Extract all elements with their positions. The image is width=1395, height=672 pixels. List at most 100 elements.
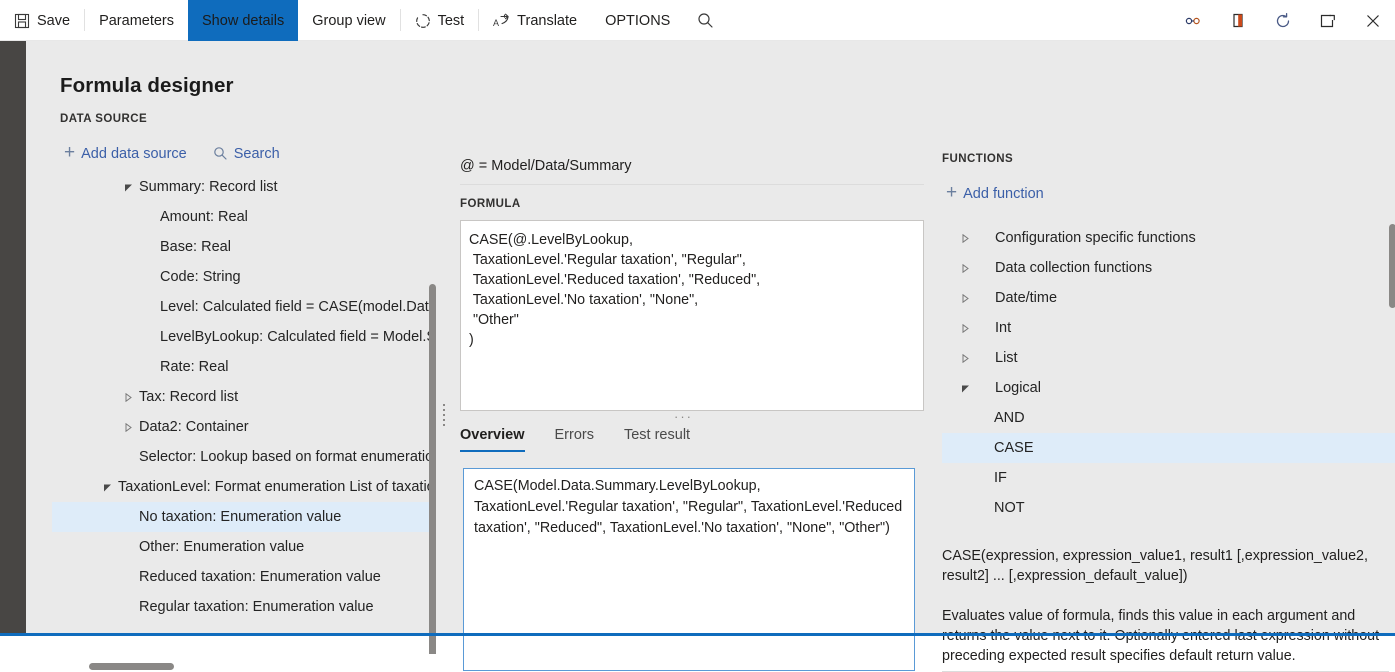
context-divider [460,184,924,185]
save-button[interactable]: Save [0,0,84,41]
chevron-right-icon[interactable] [958,351,972,365]
tab-test-result-label: Test result [624,427,690,443]
data-source-tree-item[interactable]: Selector: Lookup based on format enumera… [52,442,430,472]
parameters-label: Parameters [99,13,174,29]
tab-test-result[interactable]: Test result [624,427,706,452]
function-tree-item[interactable]: Int [942,313,1395,343]
function-tree-item[interactable]: Logical [942,373,1395,403]
chevron-down-icon[interactable] [958,381,972,395]
data-source-tree-item[interactable]: Level: Calculated field = CASE(model.Dat… [52,292,430,322]
chevron-down-icon[interactable] [100,480,114,494]
data-source-tree-item[interactable]: Summary: Record list [52,172,430,202]
plus-icon: + [64,143,75,162]
chevron-right-icon[interactable] [121,420,135,434]
page-title: Formula designer [60,74,234,98]
function-tree-item-label: Date/time [995,290,1057,306]
svg-text:A: A [493,18,499,28]
function-description: Evaluates value of formula, finds this v… [942,606,1394,666]
chevron-down-icon[interactable] [121,180,135,194]
chevron-right-icon[interactable] [958,321,972,335]
data-source-tree-item[interactable]: Regular taxation: Enumeration value [52,592,430,618]
function-tree-item-label: IF [994,470,1007,486]
function-tree-item[interactable]: CASE [942,433,1395,463]
function-tree-item[interactable]: List [942,343,1395,373]
data-source-horizontal-scrollbar[interactable] [89,663,174,670]
function-tree-item[interactable]: Date/time [942,283,1395,313]
data-source-tree-item-label: LevelByLookup: Calculated field = Model.… [160,329,430,345]
settings-icon[interactable] [1170,0,1215,41]
command-bar: Save Parameters Show details Group view … [0,0,1395,41]
search-button[interactable] [684,0,727,41]
add-data-source-button[interactable]: + Add data source [64,144,187,163]
overview-output[interactable]: CASE(Model.Data.Summary.LevelByLookup, T… [463,468,915,671]
data-source-tree-item-label: No taxation: Enumeration value [139,509,341,525]
office-help-icon[interactable] [1215,0,1260,41]
refresh-icon[interactable] [1260,0,1305,41]
data-source-tree[interactable]: Summary: Record list Amount: Real Base: Re… [52,172,430,618]
functions-tree[interactable]: Configuration specific functions Data col… [942,223,1395,529]
data-source-tree-item[interactable]: Other: Enumeration value [52,532,430,562]
function-tree-item[interactable]: IF [942,463,1395,493]
function-tree-item[interactable]: Configuration specific functions [942,223,1395,253]
chevron-right-icon[interactable] [958,291,972,305]
functions-vertical-scrollbar[interactable] [1389,224,1395,308]
tab-errors-label: Errors [555,427,594,443]
data-source-tree-item-label: Reduced taxation: Enumeration value [139,569,381,585]
data-source-tree-item[interactable]: Rate: Real [52,352,430,382]
formula-input[interactable]: CASE(@.LevelByLookup, TaxationLevel.'Reg… [460,220,924,411]
scrollbar-corner [425,654,441,670]
data-source-actions: + Add data source Search [64,144,280,163]
data-source-vertical-scrollbar[interactable] [429,284,436,661]
test-button[interactable]: Test [401,0,479,41]
data-source-search-button[interactable]: Search [213,146,280,162]
group-view-label: Group view [312,13,385,29]
data-source-tree-item-label: Rate: Real [160,359,229,375]
functions-caption: FUNCTIONS [942,153,1013,165]
data-source-tree-item[interactable]: Base: Real [52,232,430,262]
data-source-tree-item-label: Tax: Record list [139,389,238,405]
search-icon [213,146,228,161]
data-source-tree-item-label: TaxationLevel: Format enumeration List o… [118,479,430,495]
function-tree-item-label: CASE [994,440,1034,456]
window-system-buttons [1170,0,1395,40]
data-source-tree-item[interactable]: TaxationLevel: Format enumeration List o… [52,472,430,502]
function-tree-item[interactable]: AND [942,403,1395,433]
translate-button[interactable]: A Translate [479,0,591,41]
data-source-tree-item[interactable]: Reduced taxation: Enumeration value [52,562,430,592]
data-source-tree-item[interactable]: No taxation: Enumeration value [52,502,430,532]
function-tree-item-label: Int [995,320,1011,336]
data-source-tree-item[interactable]: LevelByLookup: Calculated field = Model.… [52,322,430,352]
context-path-label: @ = Model/Data/Summary [460,158,924,174]
function-tree-item-label: Data collection functions [995,260,1152,276]
open-in-new-icon[interactable] [1305,0,1350,41]
data-source-tree-item[interactable]: Amount: Real [52,202,430,232]
data-source-tree-item-label: Level: Calculated field = CASE(model.Dat… [160,299,430,315]
group-view-button[interactable]: Group view [298,0,399,41]
data-source-caption: DATA SOURCE [60,113,147,125]
panel-splitter-handle[interactable] [441,404,446,426]
options-button[interactable]: OPTIONS [591,0,684,41]
data-source-tree-item-label: Summary: Record list [139,179,278,195]
function-tree-item[interactable]: NOT [942,493,1395,523]
chevron-right-icon[interactable] [958,261,972,275]
data-source-tree-item-label: Base: Real [160,239,231,255]
show-details-button[interactable]: Show details [188,0,298,41]
spinner-icon [415,13,431,29]
function-tree-item-label: List [995,350,1018,366]
tab-overview[interactable]: Overview [460,427,541,452]
formula-designer-page: Formula designer DATA SOURCE + Add data … [26,41,1395,636]
function-tree-item[interactable]: Data collection functions [942,253,1395,283]
tab-errors[interactable]: Errors [555,427,610,452]
add-function-button[interactable]: + Add function [946,184,1044,203]
data-source-tree-item[interactable]: Tax: Record list [52,382,430,412]
chevron-right-icon[interactable] [958,231,972,245]
chevron-right-icon[interactable] [121,390,135,404]
plus-icon: + [946,183,957,202]
close-icon[interactable] [1350,0,1395,41]
parameters-button[interactable]: Parameters [85,0,188,41]
function-tree-item-label: AND [994,410,1025,426]
save-label: Save [37,13,70,29]
data-source-tree-item[interactable]: Code: String [52,262,430,292]
data-source-tree-item[interactable]: Data2: Container [52,412,430,442]
formula-resize-handle[interactable]: ··· [674,413,692,421]
